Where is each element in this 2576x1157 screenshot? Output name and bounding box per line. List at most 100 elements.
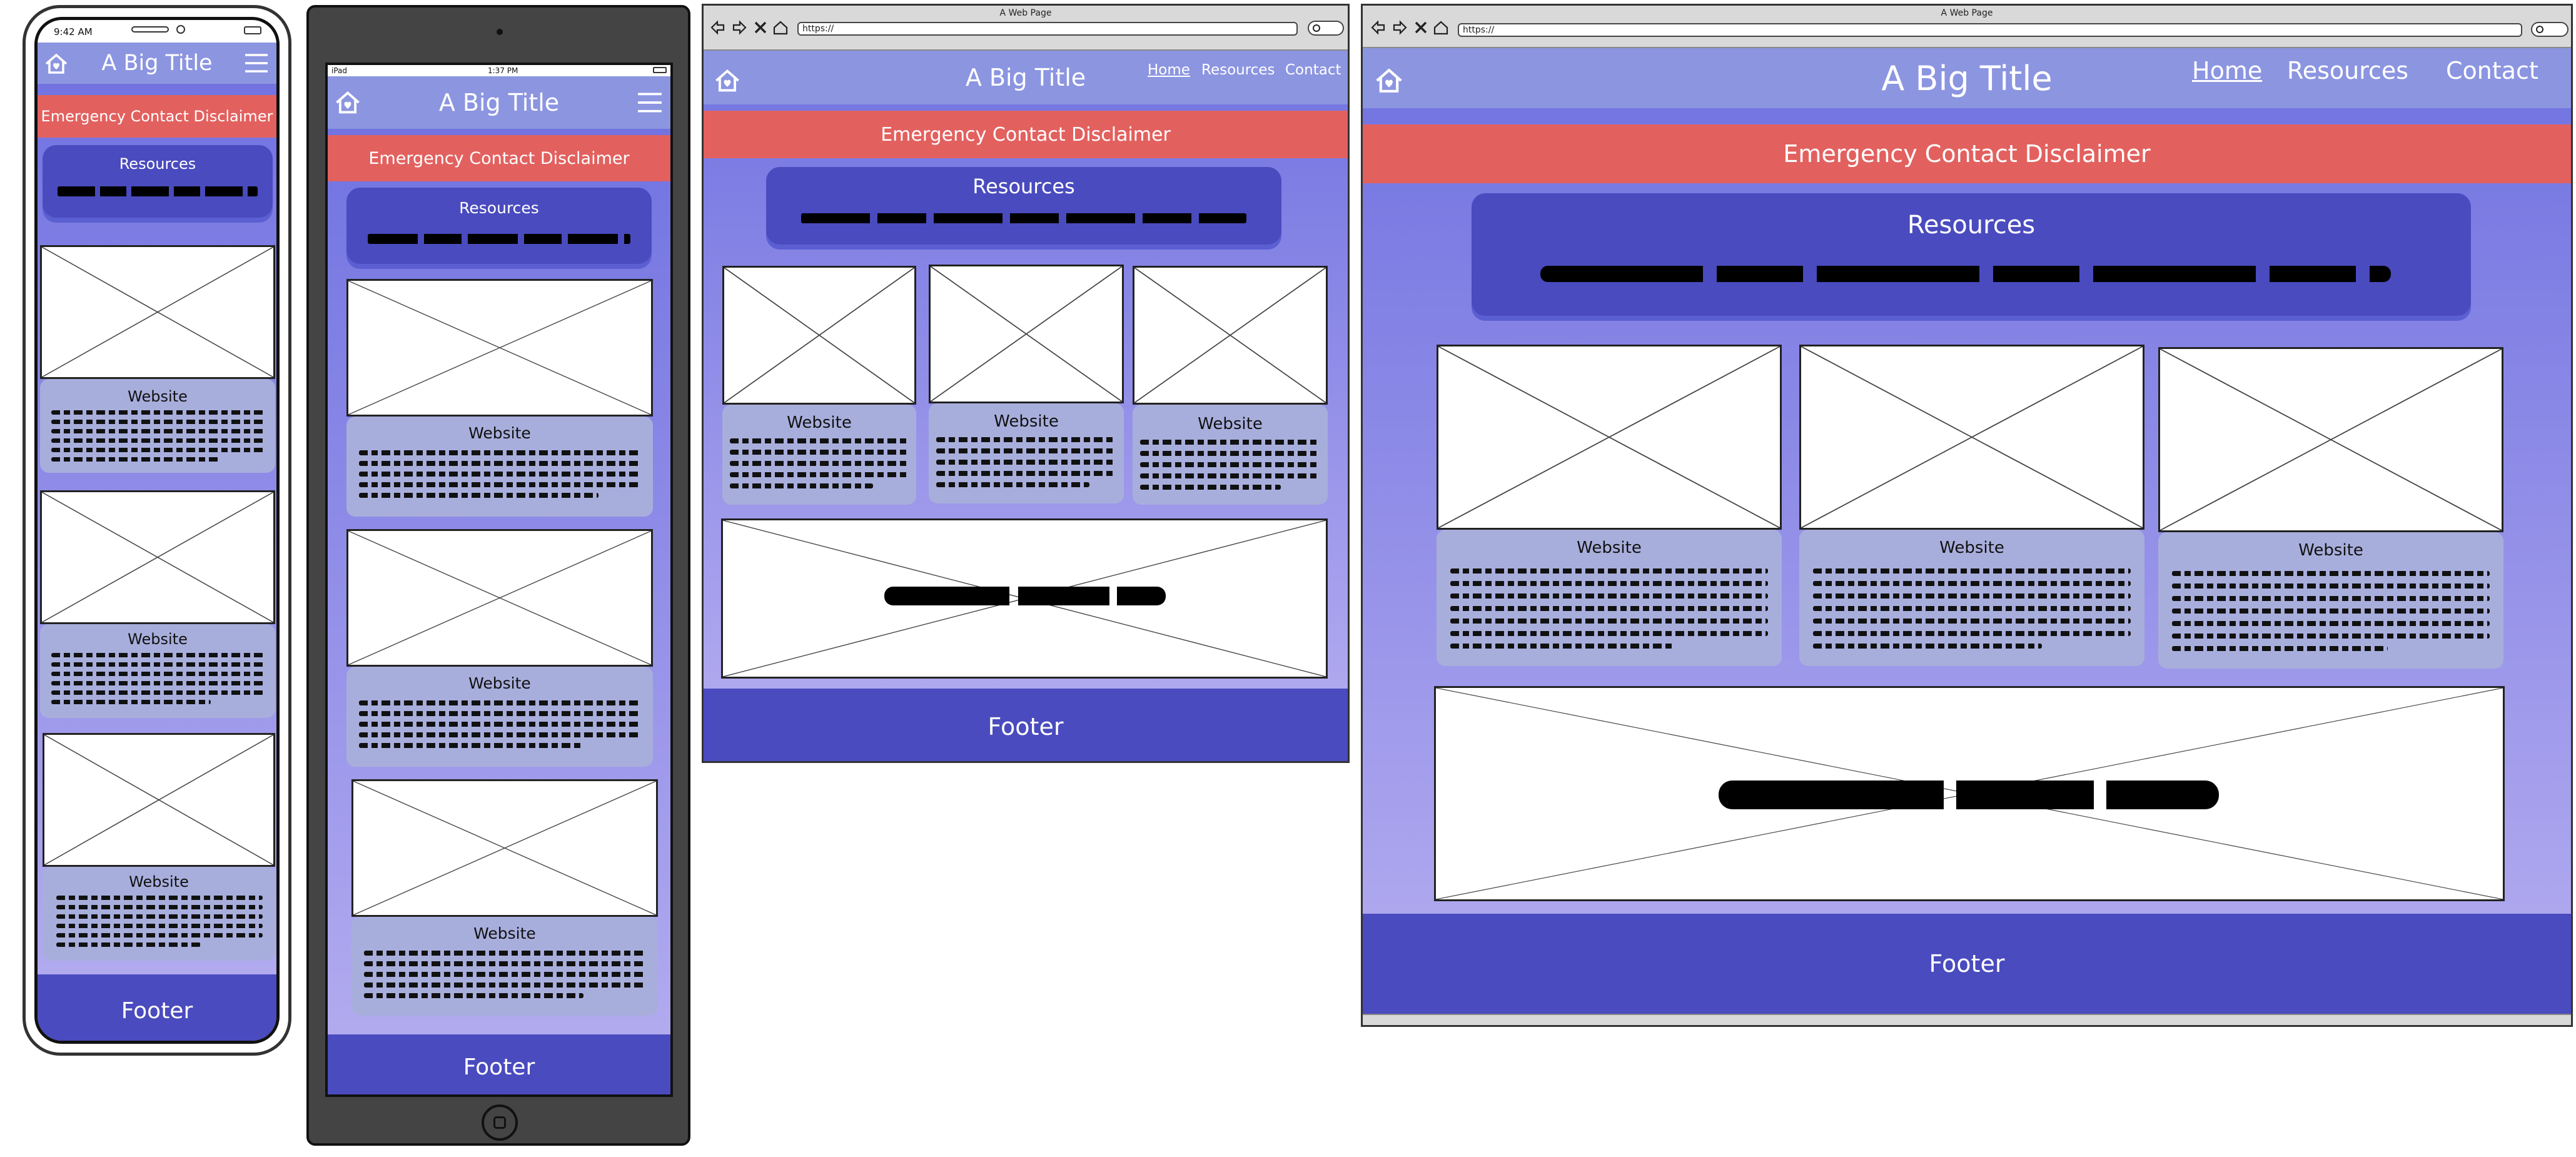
tablet-card-1-text: [359, 450, 640, 498]
large-browser-banner-scribble: [1719, 781, 2219, 809]
close-icon[interactable]: [1414, 21, 1428, 34]
tablet-card-1-image: [346, 279, 653, 417]
small-browser-card-1-text: [730, 438, 909, 488]
battery-icon: [244, 26, 261, 34]
large-browser-card-2-title: Website: [1939, 538, 2004, 557]
phone-notch: [131, 26, 169, 33]
tablet-card-1-title: Website: [468, 424, 531, 442]
phone-card-1-text: [51, 410, 264, 462]
phone-card-1[interactable]: Website: [40, 379, 275, 473]
tablet-resources-box: Resources: [346, 188, 652, 264]
small-browser-card-2-text: [936, 437, 1116, 487]
large-browser-status-strip: [1363, 1014, 2571, 1025]
small-browser-card-1-image: [722, 266, 916, 405]
small-browser-card-3[interactable]: Website: [1133, 405, 1328, 505]
nav-home-link[interactable]: Home: [2192, 57, 2262, 84]
tablet-status-time: 1:37 PM: [488, 66, 518, 75]
small-browser-resources-title: Resources: [972, 174, 1075, 198]
back-arrow-icon[interactable]: [1370, 19, 1386, 36]
phone-card-3-text: [56, 896, 263, 947]
tablet-resources-scribble: [368, 234, 630, 244]
phone-card-2[interactable]: Website: [40, 624, 275, 718]
close-icon[interactable]: [754, 21, 767, 34]
home-icon[interactable]: [44, 51, 69, 76]
nav-contact-link[interactable]: Contact: [1285, 62, 1341, 78]
nav-contact-link[interactable]: Contact: [2446, 57, 2538, 84]
tablet-status-bar: iPad 1:37 PM: [328, 65, 670, 76]
large-browser-disclaimer[interactable]: Emergency Contact Disclaimer: [1363, 124, 2571, 183]
small-browser-footer: Footer: [704, 689, 1348, 761]
phone-header: A Big Title: [38, 43, 276, 84]
phone-card-3[interactable]: Website: [43, 867, 275, 961]
home-button-icon[interactable]: [482, 1104, 518, 1141]
tablet-mockup: iPad 1:37 PM A Big Title Emergency Conta…: [306, 5, 690, 1146]
small-browser-page-title: A Web Page: [999, 8, 1052, 18]
phone-footer: Footer: [38, 974, 276, 1041]
phone-card-3-title: Website: [129, 873, 189, 891]
tablet-card-3-text: [364, 951, 645, 998]
back-arrow-icon[interactable]: [710, 19, 726, 36]
home-icon[interactable]: [714, 67, 741, 94]
large-browser-card-2-text: [1813, 568, 2131, 649]
home-icon[interactable]: [1374, 66, 1404, 96]
search-icon[interactable]: [1308, 21, 1344, 36]
small-browser-header: A Big Title Home Resources Contact: [704, 51, 1348, 104]
large-browser-mockup: A Web Page https:// A Big Title Home Res…: [1361, 4, 2573, 1027]
forward-arrow-icon[interactable]: [1392, 19, 1408, 36]
small-browser-banner-scribble: [884, 587, 1166, 605]
large-browser-banner-image: [1434, 686, 2505, 901]
tablet-card-2-title: Website: [468, 674, 531, 692]
phone-disclaimer[interactable]: Emergency Contact Disclaimer: [38, 95, 276, 138]
phone-resources-box: Resources: [43, 145, 273, 218]
tablet-footer: Footer: [328, 1034, 670, 1094]
small-browser-card-1-title: Website: [787, 413, 852, 432]
small-browser-mockup: A Web Page https:// A Big Title Home Res…: [702, 4, 1350, 763]
forward-arrow-icon[interactable]: [731, 19, 747, 36]
search-icon[interactable]: [2531, 22, 2568, 37]
large-browser-card-3-text: [2172, 571, 2490, 651]
home-outline-icon[interactable]: [772, 19, 789, 36]
phone-resources-scribble: [58, 186, 258, 196]
large-browser-resources-scribble: [1540, 266, 2391, 282]
phone-card-2-image: [40, 490, 275, 624]
large-browser-resources-box: Resources: [1472, 193, 2471, 316]
tablet-status-carrier: iPad: [331, 66, 348, 75]
phone-title: A Big Title: [101, 51, 213, 76]
large-browser-card-1-title: Website: [1577, 538, 1642, 557]
small-browser-card-2-title: Website: [994, 412, 1059, 431]
home-icon[interactable]: [334, 89, 361, 116]
small-browser-resources-scribble: [801, 213, 1246, 223]
large-browser-card-2[interactable]: Website: [1799, 530, 2144, 666]
hamburger-menu-icon[interactable]: [637, 91, 663, 114]
small-browser-url-bar[interactable]: https://: [797, 22, 1298, 36]
large-browser-url-bar[interactable]: https://: [1458, 23, 2522, 37]
small-browser-card-2[interactable]: Website: [929, 403, 1124, 503]
nav-resources-link[interactable]: Resources: [1201, 62, 1275, 78]
phone-card-1-title: Website: [128, 388, 188, 405]
large-browser-page-title: A Web Page: [1941, 8, 1993, 18]
tablet-card-2-image: [346, 529, 653, 667]
tablet-card-2-text: [359, 700, 640, 748]
small-browser-card-3-image: [1133, 266, 1328, 405]
large-browser-card-1-text: [1450, 568, 1768, 649]
small-browser-disclaimer[interactable]: Emergency Contact Disclaimer: [704, 111, 1348, 158]
hamburger-menu-icon[interactable]: [244, 53, 269, 74]
large-browser-header: A Big Title Home Resources Contact: [1363, 48, 2571, 108]
small-browser-resources-box: Resources: [766, 167, 1281, 245]
home-outline-icon[interactable]: [1433, 19, 1449, 36]
large-browser-title: A Big Title: [1881, 58, 2053, 98]
small-browser-card-1[interactable]: Website: [722, 405, 916, 505]
nav-resources-link[interactable]: Resources: [2287, 57, 2408, 84]
tablet-disclaimer[interactable]: Emergency Contact Disclaimer: [328, 135, 670, 181]
tablet-card-1[interactable]: Website: [346, 417, 653, 517]
large-browser-card-2-image: [1799, 345, 2144, 530]
phone-card-2-title: Website: [128, 630, 188, 648]
nav-home-link[interactable]: Home: [1148, 62, 1190, 78]
tablet-card-3[interactable]: Website: [351, 917, 658, 1016]
phone-camera: [176, 25, 185, 34]
phone-resources-title: Resources: [119, 155, 196, 173]
tablet-header: A Big Title: [328, 76, 670, 129]
tablet-card-2[interactable]: Website: [346, 667, 653, 767]
large-browser-card-1[interactable]: Website: [1437, 530, 1782, 666]
large-browser-card-3[interactable]: Website: [2158, 532, 2503, 669]
